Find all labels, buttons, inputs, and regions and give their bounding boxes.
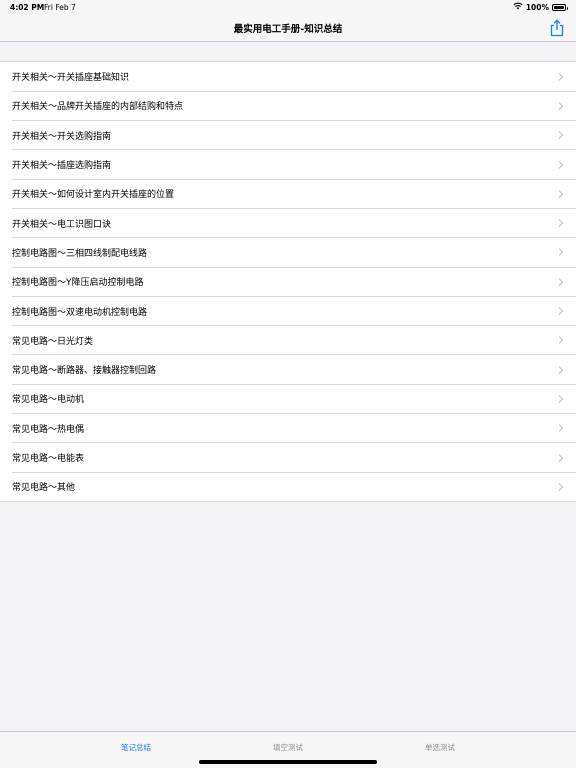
list-item[interactable]: 开关相关～插座选购指南 — [0, 150, 576, 180]
chevron-right-icon — [558, 453, 564, 462]
chevron-right-icon — [558, 365, 564, 374]
chevron-right-icon — [558, 219, 564, 228]
list-item[interactable]: 常见电路～日光灯类 — [0, 326, 576, 356]
chevron-right-icon — [558, 72, 564, 81]
list-item-label: 开关相关～电工识图口诀 — [12, 219, 112, 230]
chevron-right-icon — [558, 189, 564, 198]
chevron-right-icon — [558, 102, 564, 110]
list-item-label: 控制电路图～三相四线制配电线路 — [12, 248, 148, 259]
status-indicators: 100% — [513, 2, 568, 12]
chevron-right-icon — [558, 424, 564, 433]
chevron-right-icon — [558, 131, 564, 140]
tab-single-choice-test[interactable]: 单选测试 — [400, 742, 480, 753]
battery-percent: 100% — [525, 2, 549, 12]
tab-fill-in-test[interactable]: 填空测试 — [248, 742, 328, 753]
list-item-label: 常见电路～断路器、接触器控制回路 — [12, 366, 157, 377]
status-date: Fri Feb 7 — [44, 3, 76, 12]
list-item[interactable]: 常见电路～电动机 — [0, 384, 576, 414]
list-item-label: 常见电路～日光灯类 — [12, 336, 94, 347]
list-item[interactable]: 开关相关～开关选购指南 — [0, 121, 576, 151]
battery-level — [554, 5, 564, 9]
list-item-label: 控制电路图～双速电动机控制电路 — [12, 307, 148, 318]
page-title: 最实用电工手册-知识总结 — [233, 24, 343, 35]
list-item[interactable]: 控制电路图～三相四线制配电线路 — [0, 238, 576, 268]
status-time: 4:02 PM — [10, 3, 45, 12]
list-item[interactable]: 常见电路～其他 — [0, 472, 576, 501]
list-item[interactable]: 开关相关～电工识图口诀 — [0, 208, 576, 239]
list-item[interactable]: 常见电路～热电偶 — [0, 414, 576, 444]
status-bar: 4:02 PM Fri Feb 7 100% — [0, 0, 576, 14]
chevron-right-icon — [558, 482, 564, 491]
list-item[interactable]: 开关相关～品牌开关插座的内部结购和特点 — [0, 91, 576, 121]
list-item-label: 开关相关～品牌开关插座的内部结购和特点 — [12, 102, 184, 113]
list-item-label: 常见电路～电动机 — [12, 395, 85, 406]
navigation-bar: 最实用电工手册-知识总结 — [0, 14, 576, 42]
chevron-right-icon — [558, 160, 564, 169]
list-item-label: 开关相关～开关选购指南 — [12, 131, 112, 142]
notes-list: 开关相关～开关插座基础知识开关相关～品牌开关插座的内部结购和特点 开关相关～开关选… — [0, 61, 576, 503]
list-item[interactable]: 开关相关～如何设计室内开关插座的位置 — [0, 179, 576, 209]
list-item[interactable]: 控制电路图～双速电动机控制电路 — [0, 296, 576, 326]
list-item-label: 常见电路～电能表 — [12, 454, 85, 464]
chevron-right-icon — [558, 336, 564, 345]
list-item[interactable]: 常见电路～断路器、接触器控制回路 — [0, 355, 576, 385]
list-item[interactable]: 控制电路图～Y降压启动控制电路 — [0, 267, 576, 297]
list-item-label: 常见电路～热电偶 — [12, 424, 85, 435]
list-item-label: 常见电路～其他 — [12, 483, 76, 494]
list-item[interactable]: 开关相关～开关插座基础知识 — [0, 62, 576, 92]
chevron-right-icon — [558, 394, 564, 403]
chevron-right-icon — [558, 277, 564, 286]
list-item[interactable]: 常见电路～电能表 — [0, 443, 576, 473]
share-icon — [550, 19, 564, 37]
battery-icon — [552, 3, 568, 11]
chevron-right-icon — [558, 307, 564, 315]
list-item-label: 控制电路图～Y降压启动控制电路 — [12, 278, 144, 289]
chevron-right-icon — [558, 248, 564, 257]
list-item-label: 开关相关～如何设计室内开关插座的位置 — [12, 190, 175, 201]
list-item-label: 开关相关～插座选购指南 — [12, 161, 112, 172]
home-indicator — [199, 760, 377, 764]
share-button[interactable] — [549, 19, 565, 37]
wifi-icon — [513, 2, 523, 12]
tab-notes-summary[interactable]: 笔记总结 — [96, 742, 176, 753]
list-item-label: 开关相关～开关插座基础知识 — [12, 73, 130, 84]
